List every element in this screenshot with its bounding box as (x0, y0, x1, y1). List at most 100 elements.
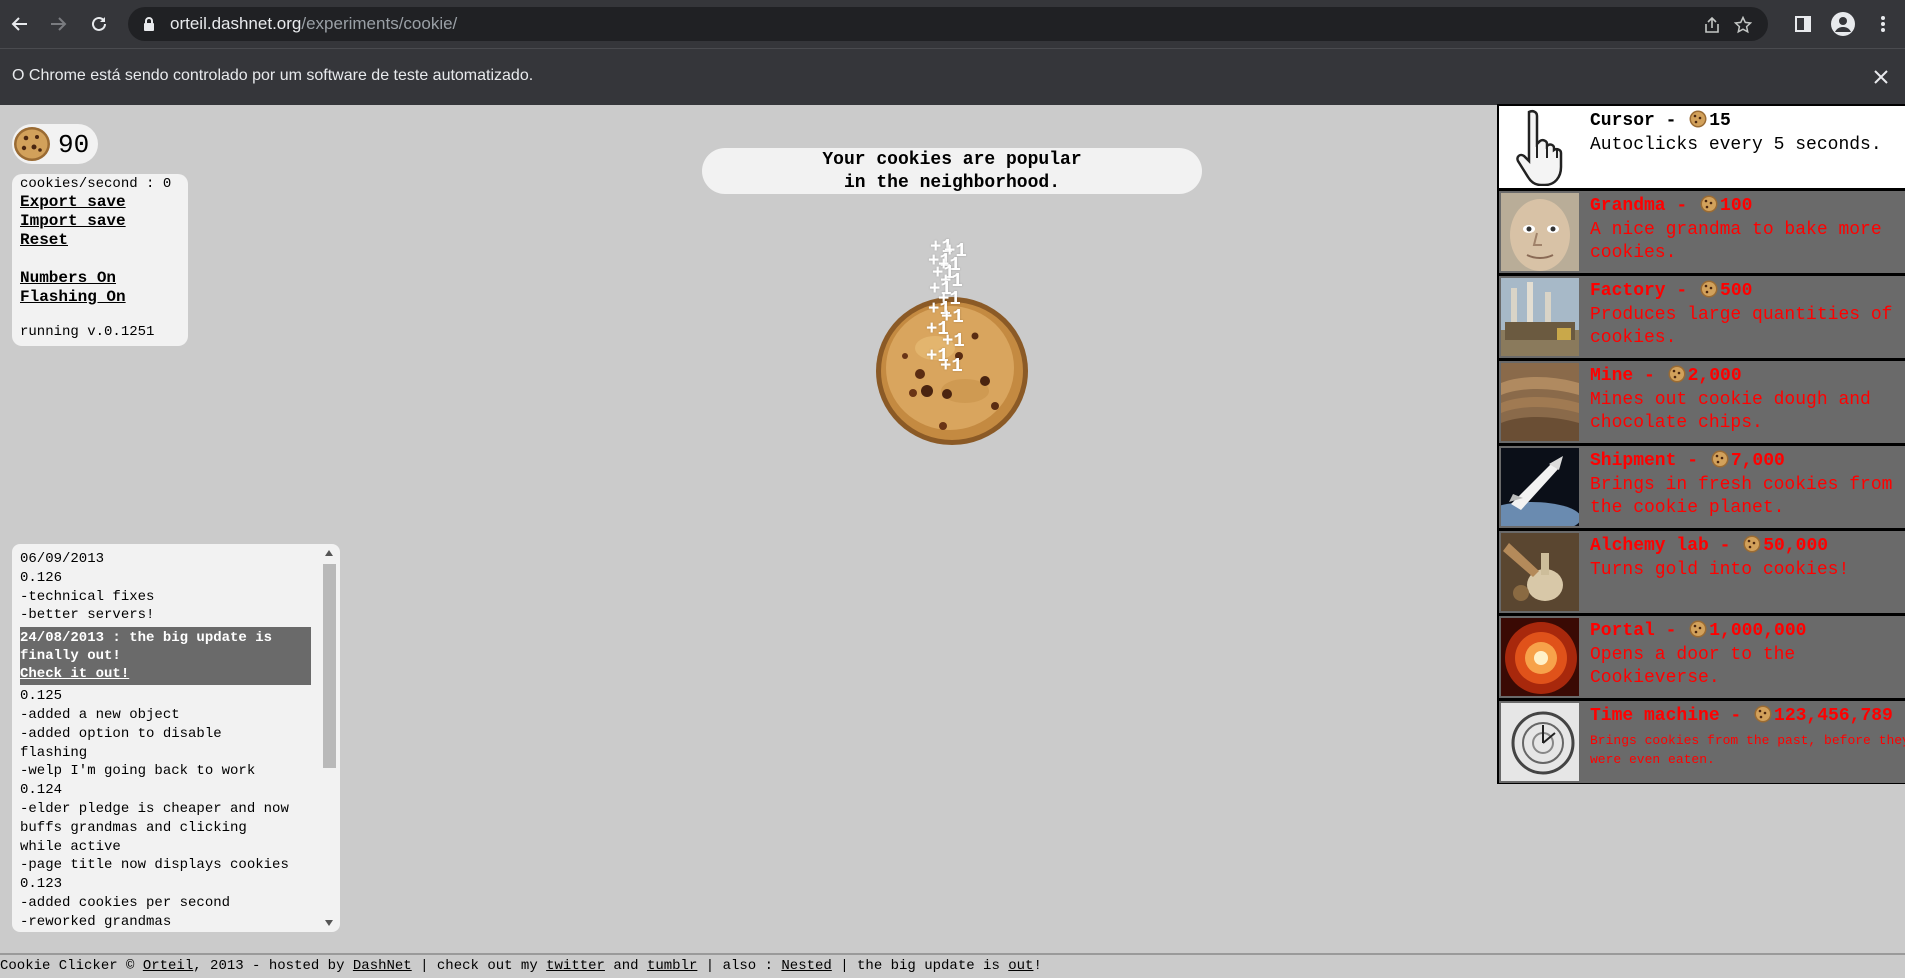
store-item-time-machine[interactable]: Time machine - 123,456,789 Brings cookie… (1499, 701, 1905, 783)
factory-icon (1501, 278, 1579, 356)
version-text: running v.0.1251 (20, 324, 155, 340)
cookie-icon (1711, 450, 1729, 468)
store-item-name: Grandma (1590, 196, 1666, 216)
import-save-link[interactable]: Import save (20, 212, 126, 230)
scroll-down-icon[interactable] (325, 920, 333, 926)
changelog-line: -welp I'm going back to work (20, 763, 256, 780)
twitter-link[interactable]: twitter (546, 958, 605, 974)
news-line-2: in the neighborhood. (843, 173, 1061, 193)
footer-line: Cookie Clicker © Orteil, 2013 - hosted b… (0, 958, 1042, 974)
reset-link[interactable]: Reset (20, 231, 68, 249)
changelog-scrollbar[interactable] (321, 544, 337, 932)
footer-text: , 2013 - hosted by (193, 958, 353, 974)
forward-button[interactable] (45, 11, 71, 37)
automation-infobar: O Chrome está sendo controlado por um so… (0, 48, 1905, 105)
menu-button[interactable] (1871, 12, 1895, 36)
store-item-name: Factory (1590, 281, 1666, 301)
cursor-icon (1501, 108, 1579, 186)
store-item-grandma[interactable]: Grandma - 100 A nice grandma to bake mor… (1499, 191, 1905, 273)
store-item-desc: Opens a door to the Cookieverse. (1590, 645, 1796, 688)
cookie-icon (1689, 620, 1707, 638)
store-item-alchemy-lab[interactable]: Alchemy lab - 50,000 Turns gold into coo… (1499, 531, 1905, 613)
changelog-line: -added option to disable (20, 725, 222, 742)
portal-icon (1501, 618, 1579, 696)
store-item-desc: Autoclicks every 5 seconds. (1590, 135, 1882, 155)
store-item-title: Alchemy lab - 50,000 (1590, 535, 1829, 556)
check-it-out-link[interactable]: Check it out! (20, 665, 311, 683)
cookie-icon (1754, 705, 1772, 723)
changelog-line: 0.123 (20, 876, 63, 893)
update-announcement-text: 24/08/2013 : the big update is finally o… (20, 630, 273, 665)
alchemy-lab-icon (1501, 533, 1579, 611)
out-link[interactable]: out (1008, 958, 1033, 974)
footer-text: | also : (697, 958, 782, 974)
dashnet-link[interactable]: DashNet (353, 958, 412, 974)
changelog-line: buffs grandmas and clicking (20, 819, 247, 836)
store-item-factory[interactable]: Factory - 500 Produces large quantities … (1499, 276, 1905, 358)
nested-link[interactable]: Nested (781, 958, 831, 974)
more-vert-icon (1881, 16, 1885, 32)
back-button[interactable] (7, 11, 33, 37)
store-item-price: 500 (1720, 281, 1753, 301)
arrow-left-icon (11, 17, 27, 31)
cookie-icon (1668, 365, 1686, 383)
store-item-price: 15 (1709, 111, 1731, 131)
side-panel-button[interactable] (1791, 12, 1815, 36)
store-item-desc: Brings cookies from the past, before the… (1590, 733, 1905, 767)
scrollbar-thumb[interactable] (323, 564, 336, 768)
store-item-cursor[interactable]: Cursor - 15 Autoclicks every 5 seconds. (1499, 106, 1905, 188)
store-item-desc: Mines out cookie dough and chocolate chi… (1590, 390, 1871, 433)
store-item-price: 7,000 (1730, 451, 1785, 471)
store-item-desc: A nice grandma to bake more cookies. (1590, 220, 1882, 263)
cookies-per-second: cookies/second : 0 (20, 176, 172, 192)
store-item-name: Mine (1590, 366, 1634, 386)
store-item-title: Mine - 2,000 (1590, 365, 1742, 386)
cookie-icon (1743, 535, 1761, 553)
cookie-icon (1700, 195, 1718, 213)
store-item-portal[interactable]: Portal - 1,000,000 Opens a door to the C… (1499, 616, 1905, 698)
star-icon[interactable] (1734, 16, 1752, 34)
store-item-name: Time machine (1590, 706, 1720, 726)
share-icon[interactable] (1703, 16, 1721, 34)
flashing-toggle[interactable]: Flashing On (20, 288, 126, 306)
numbers-toggle[interactable]: Numbers On (20, 269, 116, 287)
footer: Cookie Clicker © Orteil, 2013 - hosted b… (0, 953, 1905, 978)
export-save-link[interactable]: Export save (20, 193, 126, 211)
store-item-shipment[interactable]: Shipment - 7,000 Brings in fresh cookies… (1499, 446, 1905, 528)
click-popup: +1 (940, 355, 963, 377)
address-bar[interactable]: orteil.dashnet.org/experiments/cookie/ (128, 7, 1768, 41)
store-item-name: Cursor (1590, 111, 1655, 131)
profile-button[interactable] (1831, 12, 1855, 36)
changelog-entries: 06/09/2013 0.126 -technical fixes -bette… (20, 550, 316, 932)
tumblr-link[interactable]: tumblr (647, 958, 697, 974)
cookie-icon (1700, 280, 1718, 298)
changelog-panel[interactable]: 06/09/2013 0.126 -technical fixes -bette… (12, 544, 340, 932)
footer-text: | check out my (411, 958, 547, 974)
news-ticker: Your cookies are popular in the neighbor… (702, 148, 1202, 194)
arrow-right-icon (51, 17, 67, 31)
scroll-up-icon[interactable] (325, 550, 333, 556)
store-item-title: Time machine - 123,456,789 (1590, 705, 1893, 726)
store-item-desc: Brings in fresh cookies from the cookie … (1590, 475, 1893, 518)
orteil-link[interactable]: Orteil (143, 958, 193, 974)
grandma-icon (1501, 193, 1579, 271)
changelog-line: 0.124 (20, 782, 63, 799)
changelog-line: flashing (20, 744, 88, 761)
changelog-line: 0.126 (20, 569, 63, 586)
close-icon[interactable] (1871, 67, 1891, 87)
time-machine-icon (1501, 703, 1579, 781)
store-panel: Cursor - 15 Autoclicks every 5 seconds. … (1497, 104, 1905, 784)
changelog-line: -page title now displays cookies (20, 857, 289, 874)
reload-button[interactable] (86, 11, 112, 37)
url-host: orteil.dashnet.org (170, 14, 302, 33)
footer-text: ! (1033, 958, 1042, 974)
changelog-line: 0.125 (20, 688, 63, 705)
changelog-line: -added cookies per second (20, 894, 231, 911)
news-line-1: Your cookies are popular (822, 150, 1082, 170)
click-popup: +1 (944, 240, 967, 262)
footer-text: Cookie Clicker © (0, 958, 143, 974)
store-item-price: 1,000,000 (1709, 621, 1807, 641)
store-item-mine[interactable]: Mine - 2,000 Mines out cookie dough and … (1499, 361, 1905, 443)
store-item-title: Grandma - 100 (1590, 195, 1753, 216)
infobar-message: O Chrome está sendo controlado por um so… (12, 67, 534, 84)
